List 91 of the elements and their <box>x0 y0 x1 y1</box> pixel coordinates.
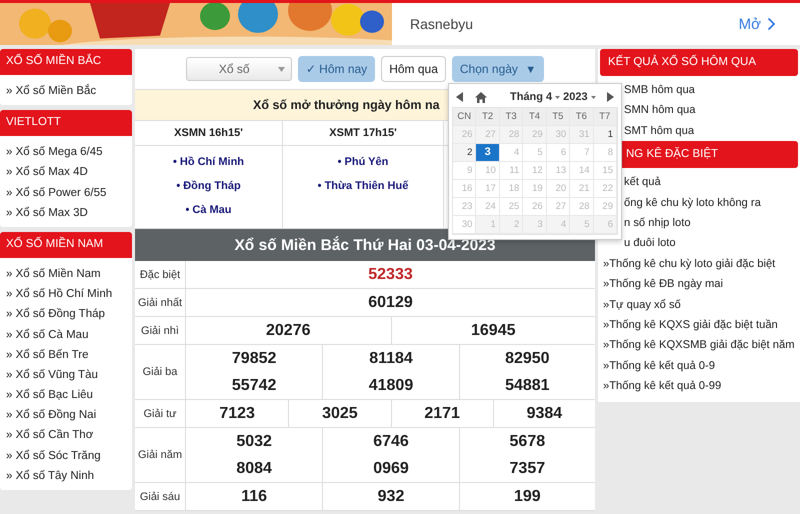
sidebar-link[interactable]: »Thống kê KQXS giải đặc biệt tuần <box>598 314 800 336</box>
lottery-select[interactable]: Xổ số <box>186 57 292 81</box>
prize-number: 7357 <box>510 459 546 479</box>
sidebar-link[interactable]: » Xổ số Sóc Trăng <box>0 446 132 466</box>
prize-label: Giải năm <box>135 428 186 482</box>
announcement-text: Xổ số mở thưởng ngày hôm na <box>253 98 440 112</box>
open-link[interactable]: Mở <box>738 16 776 32</box>
prize-number: 81184 <box>369 349 413 369</box>
prize-number: 3025 <box>322 404 358 424</box>
sidebar-link[interactable]: »Tự quay xổ số <box>598 294 800 315</box>
sidebar-link[interactable]: » Xổ số Bạc Liêu <box>0 385 132 406</box>
chevron-right-icon <box>767 17 776 31</box>
prize-number: 41809 <box>368 376 414 396</box>
date-picker-button[interactable]: Chọn ngày ▼ <box>452 56 544 82</box>
prize-number: 5678 <box>510 432 546 452</box>
weekday-label: T4 <box>523 108 547 126</box>
prize-number: 54881 <box>505 376 550 396</box>
weekday-label: T6 <box>570 108 594 126</box>
month-select[interactable]: Tháng 4 <box>510 91 552 103</box>
calendar-day[interactable]: 1 <box>594 126 617 144</box>
sidebar-link[interactable]: » Xổ số Cần Thơ <box>0 425 132 446</box>
sidebar-link[interactable]: u đuôi loto <box>598 233 800 254</box>
prize-number: 8084 <box>236 459 272 479</box>
sidebar-link[interactable]: » Xổ số Đồng Tháp <box>0 304 132 324</box>
year-select[interactable]: 2023 <box>563 91 588 103</box>
column-header: XSMN 16h15' <box>174 127 243 139</box>
prize-number: 20276 <box>266 321 310 341</box>
weekday-label: CN <box>453 108 476 126</box>
sidebar-link[interactable]: »Thống kê KQXSMB giải đặc biệt năm <box>598 335 800 356</box>
sidebar-link[interactable]: »Thống kê kết quả 0-99 <box>598 376 800 396</box>
prize-number: 82950 <box>505 349 550 369</box>
prize-number: 6746 <box>373 432 409 452</box>
column-header: XSMT 17h15' <box>329 127 397 139</box>
sidebar-link[interactable]: » Xổ số Power 6/55 <box>0 182 132 203</box>
prize-label: Giải sáu <box>135 483 186 510</box>
prize-number: 932 <box>378 487 404 507</box>
province-link[interactable]: • Đồng Tháp <box>176 177 241 195</box>
prize-number: 116 <box>241 487 268 507</box>
ad-text: Rasnebyu <box>410 16 474 32</box>
sidebar-link[interactable]: » Xổ số Mega 6/45 <box>0 142 132 162</box>
prize-label: Giải tư <box>135 400 186 427</box>
prize-number: 52333 <box>368 265 413 285</box>
weekday-label: T7 <box>594 108 617 126</box>
prize-number: 2171 <box>424 404 460 424</box>
weekday-label: T5 <box>546 108 570 126</box>
caret-icon <box>555 96 560 98</box>
prize-number: 199 <box>514 487 541 507</box>
sidebar-link[interactable]: » Xổ số Bến Tre <box>0 344 132 365</box>
sidebar-link[interactable]: »Thống kê kết quả 0-9 <box>598 356 800 376</box>
sidebar-link[interactable]: » Xổ số Miền Nam <box>0 264 132 284</box>
prize-number: 16945 <box>471 321 516 341</box>
sidebar-link[interactable]: »Thống kê ĐB ngày mai <box>598 274 800 295</box>
date-button[interactable]: Hôm qua <box>381 56 446 82</box>
sidebar-link[interactable]: » Xổ số Vũng Tàu <box>0 364 132 386</box>
province-link[interactable]: • Thừa Thiên Huế <box>318 177 408 195</box>
prize-label: Giải nhất <box>135 289 186 316</box>
next-month-icon[interactable] <box>606 92 614 102</box>
dropdown-arrow-icon <box>278 66 285 72</box>
home-icon[interactable] <box>475 92 487 102</box>
sidebar-link[interactable]: » Xổ số Đồng Nai <box>0 405 132 426</box>
sidebar-link[interactable]: » Xổ số Max 4D <box>0 162 132 183</box>
province-link[interactable]: • Phú Yên <box>338 153 388 171</box>
sidebar-heading: XỔ SỐ MIỀN NAM <box>0 232 132 258</box>
previous-month-icon[interactable] <box>456 92 464 102</box>
prize-number: 9384 <box>526 404 562 424</box>
sidebar-link[interactable]: » Xổ số Max 3D <box>0 202 132 223</box>
prize-number: 79852 <box>232 349 276 369</box>
prize-number: 0969 <box>373 459 409 479</box>
prize-number: 55742 <box>232 376 276 396</box>
sidebar-link[interactable]: » Xổ số Hồ Chí Minh <box>0 284 132 304</box>
sidebar-heading: VIETLOTT <box>0 110 132 136</box>
sidebar-link[interactable]: » Xổ số Miền Bắc <box>0 81 132 102</box>
weekday-label: T2 <box>476 108 500 126</box>
weekday-label: T3 <box>500 108 524 126</box>
prize-number: 5032 <box>236 432 272 452</box>
calendar-day[interactable]: 3 <box>476 144 500 162</box>
sidebar-link[interactable]: » Xổ số Cà Mau <box>0 324 132 345</box>
prize-number: 60129 <box>368 293 413 313</box>
caret-icon <box>590 96 596 98</box>
province-link[interactable]: • Cà Mau <box>185 201 232 219</box>
sidebar-heading: XỔ SỐ MIỀN BẮC <box>0 49 132 75</box>
prize-number: 7123 <box>219 404 255 424</box>
date-button[interactable]: ✓ Hôm nay <box>298 56 376 82</box>
province-link[interactable]: • Hồ Chí Minh <box>172 153 244 171</box>
prize-label: Giải ba <box>135 345 186 399</box>
sidebar-link[interactable]: » Xổ số Tây Ninh <box>0 466 132 486</box>
prize-label: Đặc biệt <box>135 261 186 288</box>
sidebar-link[interactable]: »Thống kê chu kỳ loto giải đặc biệt <box>598 254 800 274</box>
calendar-day[interactable]: 2 <box>453 144 476 162</box>
prize-label: Giải nhì <box>135 317 186 344</box>
sidebar-heading: KẾT QUẢ XỔ SỐ HÔM QUA <box>600 49 798 76</box>
